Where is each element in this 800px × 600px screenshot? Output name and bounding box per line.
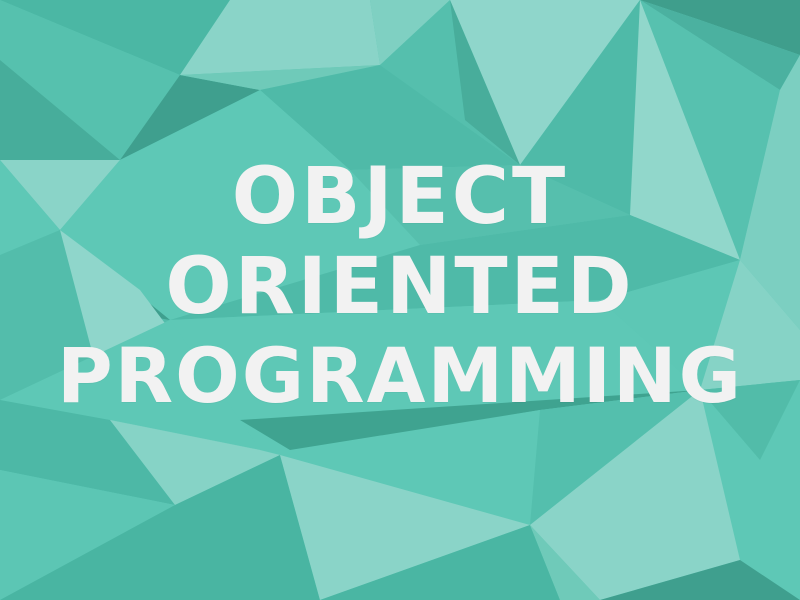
title-line-oriented: ORIENTED [165,242,635,332]
cover-graphic: OBJECT ORIENTED PROGRAMMING [0,0,800,600]
title-line-object: OBJECT [231,152,569,242]
title-block: OBJECT ORIENTED PROGRAMMING [0,0,800,600]
title-line-programming: PROGRAMMING [56,331,744,420]
